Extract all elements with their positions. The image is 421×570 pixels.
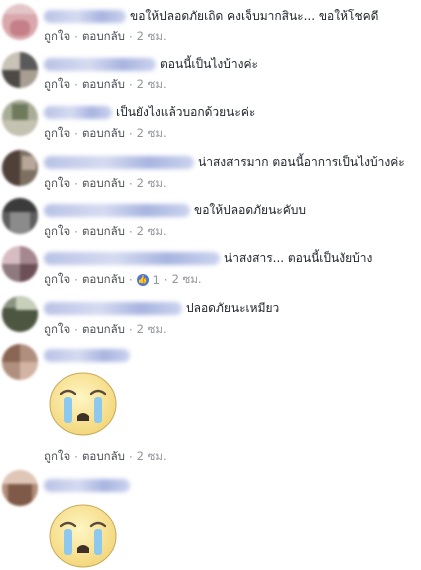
comment-item: น่าสงสารมาก ตอนนี้อาการเป็นไงบ้างค่ะ ถูก… bbox=[0, 146, 421, 194]
like-link[interactable]: ถูกใจ bbox=[44, 271, 70, 289]
reaction-count[interactable]: 1 bbox=[153, 273, 160, 287]
comment-text: ขอให้ปลอดภัยเถิด คงเจ็บมากสินะ... ขอให้โ… bbox=[130, 8, 379, 23]
like-link[interactable]: ถูกใจ bbox=[44, 76, 70, 94]
timestamp[interactable]: 2 ซม. bbox=[137, 76, 167, 94]
commenter-name[interactable] bbox=[44, 9, 126, 23]
avatar[interactable] bbox=[2, 344, 38, 380]
timestamp[interactable]: 2 ซม. bbox=[137, 223, 167, 241]
like-link[interactable]: ถูกใจ bbox=[44, 448, 70, 466]
comment-item: ถูกใจ · ตอบกลับ · 2 ซม. bbox=[0, 340, 421, 466]
reply-link[interactable]: ตอบกลับ bbox=[82, 271, 125, 289]
like-link[interactable]: ถูกใจ bbox=[44, 28, 70, 46]
comment-text: น่าสงสาร... ตอนนี้เป็นงัยบ้าง bbox=[224, 250, 373, 265]
like-link[interactable]: ถูกใจ bbox=[44, 125, 70, 143]
comment-item: ปลอดภัยนะเหมียว ถูกใจ · ตอบกลับ · 2 ซม. bbox=[0, 292, 421, 340]
commenter-name[interactable] bbox=[44, 301, 182, 315]
avatar[interactable] bbox=[2, 198, 38, 234]
avatar[interactable] bbox=[2, 4, 38, 40]
comment-item: ขอให้ปลอดภัยนะคับบ ถูกใจ · ตอบกลับ · 2 ซ… bbox=[0, 194, 421, 242]
comment-item: ขอให้ปลอดภัยเถิด คงเจ็บมากสินะ... ขอให้โ… bbox=[0, 0, 421, 48]
timestamp[interactable]: 2 ซม. bbox=[137, 175, 167, 193]
like-link[interactable]: ถูกใจ bbox=[44, 223, 70, 241]
crying-face-sticker[interactable] bbox=[47, 368, 119, 438]
commenter-name[interactable] bbox=[44, 155, 194, 169]
commenter-name[interactable] bbox=[44, 57, 156, 71]
reply-link[interactable]: ตอบกลับ bbox=[82, 175, 125, 193]
comment-item bbox=[0, 466, 421, 570]
timestamp[interactable]: 2 ซม. bbox=[172, 271, 202, 289]
like-link[interactable]: ถูกใจ bbox=[44, 321, 70, 339]
reply-link[interactable]: ตอบกลับ bbox=[82, 223, 125, 241]
timestamp[interactable]: 2 ซม. bbox=[137, 321, 167, 339]
avatar[interactable] bbox=[2, 296, 38, 332]
avatar[interactable] bbox=[2, 150, 38, 186]
avatar[interactable] bbox=[2, 52, 38, 88]
comment-text: น่าสงสารมาก ตอนนี้อาการเป็นไงบ้างค่ะ bbox=[198, 154, 405, 169]
reply-link[interactable]: ตอบกลับ bbox=[82, 448, 125, 466]
like-reaction-icon[interactable]: 👍 bbox=[136, 274, 149, 286]
comment-item: เป็นยังไงแล้วบอกด้วยนะค่ะ ถูกใจ · ตอบกลั… bbox=[0, 96, 421, 146]
like-link[interactable]: ถูกใจ bbox=[44, 175, 70, 193]
commenter-name[interactable] bbox=[44, 251, 220, 265]
comment-item: ตอนนี้เป็นไงบ้างค่ะ ถูกใจ · ตอบกลับ · 2 … bbox=[0, 48, 421, 96]
commenter-name[interactable] bbox=[44, 203, 190, 217]
reply-link[interactable]: ตอบกลับ bbox=[82, 321, 125, 339]
timestamp[interactable]: 2 ซม. bbox=[137, 448, 167, 466]
reply-link[interactable]: ตอบกลับ bbox=[82, 76, 125, 94]
crying-face-sticker[interactable] bbox=[47, 500, 119, 570]
reply-link[interactable]: ตอบกลับ bbox=[82, 28, 125, 46]
comment-text: เป็นยังไงแล้วบอกด้วยนะค่ะ bbox=[116, 104, 256, 119]
comment-text: ขอให้ปลอดภัยนะคับบ bbox=[194, 202, 307, 217]
commenter-name[interactable] bbox=[44, 105, 112, 119]
commenter-name[interactable] bbox=[44, 478, 130, 492]
commenter-name[interactable] bbox=[44, 348, 130, 362]
reply-link[interactable]: ตอบกลับ bbox=[82, 125, 125, 143]
comment-text: ปลอดภัยนะเหมียว bbox=[186, 300, 280, 315]
timestamp[interactable]: 2 ซม. bbox=[137, 28, 167, 46]
avatar[interactable] bbox=[2, 470, 38, 506]
avatar[interactable] bbox=[2, 100, 38, 136]
avatar[interactable] bbox=[2, 246, 38, 282]
timestamp[interactable]: 2 ซม. bbox=[137, 125, 167, 143]
comment-text: ตอนนี้เป็นไงบ้างค่ะ bbox=[160, 56, 258, 71]
comment-item: น่าสงสาร... ตอนนี้เป็นงัยบ้าง ถูกใจ · ตอ… bbox=[0, 242, 421, 292]
